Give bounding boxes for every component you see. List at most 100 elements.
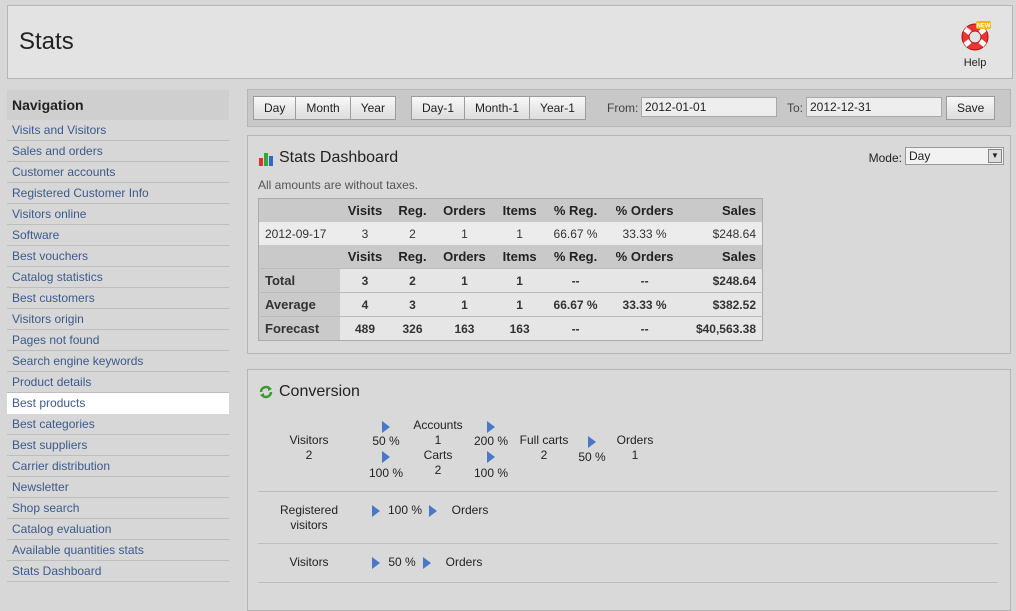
funnel-visitors: Visitors 2 (278, 433, 340, 463)
carts-to-fullcarts-pct: 100 % (473, 466, 509, 480)
sidebar-item[interactable]: Catalog evaluation (7, 519, 229, 540)
sidebar-item[interactable]: Shop search (7, 498, 229, 519)
conversion-title: Conversion (279, 383, 360, 400)
column-header: Visits (339, 198, 391, 222)
to-date-input[interactable] (806, 97, 942, 117)
day-button[interactable]: Day (253, 96, 297, 120)
arrow-right-icon (487, 451, 495, 463)
registered-orders-label: Orders (451, 503, 489, 517)
sidebar-item[interactable]: Catalog statistics (7, 267, 229, 288)
column-header (258, 245, 340, 269)
previous-period-button-group: Day-1 Month-1 Year-1 (411, 96, 586, 120)
sidebar-item[interactable]: Visitors origin (7, 309, 229, 330)
table-header-row: Visits Reg. Orders Items% Reg.% Orders Sales (258, 198, 763, 222)
to-label: To: (787, 101, 804, 115)
period-button-group: Day Month Year (253, 96, 396, 120)
visitors-label: Visitors (289, 433, 329, 447)
table-cell: 1 (494, 268, 545, 293)
sidebar-item[interactable]: Stats Dashboard (7, 561, 229, 582)
table-cell: 3 (390, 292, 435, 317)
table-cell: 3 (339, 268, 391, 293)
sidebar-item[interactable]: Visits and Visitors (7, 120, 229, 141)
sidebar-item[interactable]: Visitors online (7, 204, 229, 225)
date-toolbar: Day Month Year Day-1 Month-1 Year-1 From… (247, 89, 1011, 127)
column-header: Items (494, 198, 545, 222)
sidebar-item[interactable]: Best products (7, 393, 229, 414)
visitors-to-orders-pct: 50 % (388, 555, 416, 569)
column-header: Reg. (390, 198, 435, 222)
divider (258, 491, 998, 492)
column-header: % Reg. (544, 245, 607, 269)
bar-chart-icon (259, 153, 273, 166)
divider (258, 543, 998, 544)
table-cell: 3 (339, 222, 391, 245)
column-header (258, 198, 340, 222)
table-cell: $40,563.38 (682, 316, 763, 341)
registered-to-orders-pct: 100 % (387, 503, 423, 517)
visitors-to-carts-pct: 100 % (368, 466, 404, 480)
summary-row: Average 4 3 1 1 66.67 % 33.33 % $382.52 (258, 292, 763, 317)
summary-row-label: Total (258, 268, 340, 293)
sidebar-item[interactable]: Customer accounts (7, 162, 229, 183)
summary-row-label: Forecast (258, 316, 340, 341)
table-cell: 33.33 % (606, 222, 683, 245)
month-minus-one-button[interactable]: Month-1 (465, 96, 531, 120)
sidebar-item[interactable]: Pages not found (7, 330, 229, 351)
year-minus-one-button[interactable]: Year-1 (530, 96, 586, 120)
table-cell: 1 (494, 222, 545, 245)
sidebar-item[interactable]: Software (7, 225, 229, 246)
fullcarts-value: 2 (540, 448, 548, 462)
sidebar: Navigation Visits and Visitors Sales and … (7, 90, 229, 582)
table-cell: $382.52 (682, 292, 763, 317)
help-button[interactable]: NEW Help (958, 20, 992, 69)
table-cell: -- (544, 268, 607, 293)
arrow-right-icon (423, 557, 431, 569)
sidebar-item[interactable]: Best suppliers (7, 435, 229, 456)
column-header: Orders (434, 245, 495, 269)
stats-dashboard-panel: Stats Dashboard Mode: Day ▼ All amounts … (247, 135, 1011, 354)
year-button[interactable]: Year (350, 96, 396, 120)
sidebar-item[interactable]: Newsletter (7, 477, 229, 498)
table-cell: 1 (494, 292, 545, 317)
table-cell: 163 (494, 316, 545, 341)
table-cell: 163 (434, 316, 495, 341)
column-header: Sales (682, 245, 763, 269)
sidebar-item[interactable]: Search engine keywords (7, 351, 229, 372)
arrow-right-icon (487, 421, 495, 433)
divider (258, 582, 998, 583)
arrow-right-icon (382, 451, 390, 463)
month-button[interactable]: Month (296, 96, 351, 120)
visitors-to-accounts-pct: 50 % (372, 434, 400, 448)
mode-label: Mode: (868, 151, 902, 165)
stats-table: Visits Reg. Orders Items% Reg.% Orders Sales… (258, 198, 763, 341)
sidebar-item[interactable]: Product details (7, 372, 229, 393)
from-date-input[interactable] (641, 97, 777, 117)
visitors-funnel-label: Visitors (289, 555, 329, 569)
table-cell: 489 (339, 316, 391, 341)
sidebar-item[interactable]: Best customers (7, 288, 229, 309)
registered-visitors-label: Registered visitors (279, 503, 339, 532)
save-button[interactable]: Save (946, 96, 996, 120)
day-minus-one-button[interactable]: Day-1 (411, 96, 466, 120)
taxes-note: All amounts are without taxes. (258, 178, 419, 192)
carts-label: Carts (423, 448, 453, 462)
dropdown-arrow-icon: ▼ (988, 149, 1002, 163)
page-header: Stats NEW Help (7, 5, 1013, 79)
sidebar-item[interactable]: Best vouchers (7, 246, 229, 267)
new-badge: NEW (977, 24, 991, 30)
help-label: Help (963, 57, 987, 69)
funnel-carts: Carts 2 (408, 448, 468, 478)
arrow-right-icon (372, 557, 380, 569)
sidebar-item[interactable]: Available quantities stats (7, 540, 229, 561)
column-header: Reg. (390, 245, 435, 269)
from-label: From: (607, 101, 639, 115)
table-cell: 326 (390, 316, 435, 341)
funnel-full-carts: Full carts 2 (514, 433, 574, 463)
sidebar-item[interactable]: Sales and orders (7, 141, 229, 162)
sidebar-item[interactable]: Registered Customer Info (7, 183, 229, 204)
table-cell: 1 (434, 268, 495, 293)
sidebar-item[interactable]: Carrier distribution (7, 456, 229, 477)
sidebar-item[interactable]: Best categories (7, 414, 229, 435)
table-cell: 1 (434, 222, 495, 245)
mode-select[interactable]: Day ▼ (905, 147, 1004, 165)
